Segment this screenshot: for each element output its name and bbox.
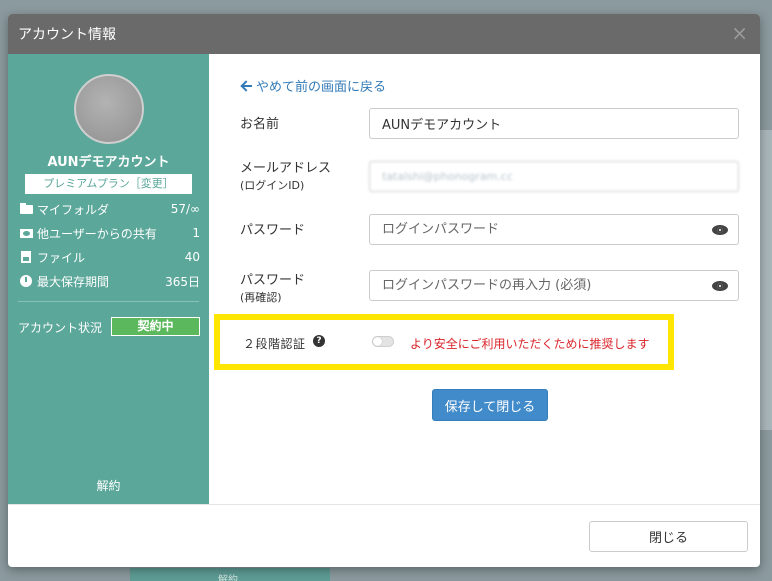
password-confirm-input[interactable] (369, 270, 739, 301)
sidebar-divider (18, 301, 199, 302)
eye-icon[interactable] (712, 224, 730, 236)
save-and-close-button[interactable]: 保存して閉じる (432, 389, 548, 421)
two-factor-label: ２段階認証 (243, 337, 306, 351)
clock-icon (20, 275, 34, 287)
file-icon (20, 251, 34, 263)
modal-footer: 閉じる (8, 504, 760, 567)
password-input[interactable] (369, 214, 739, 245)
stat-label: マイフォルダ (37, 202, 110, 217)
account-sidebar: AUNデモアカウント プレミアムプラン［変更］ マイフォルダ 57/∞ 他ユーザ… (8, 54, 209, 504)
name-input[interactable] (369, 108, 739, 139)
question-circle-icon[interactable]: ? (313, 335, 325, 347)
account-status-label: アカウント状況 (18, 321, 103, 335)
stat-value: 40 (184, 250, 200, 264)
account-form: やめて前の画面に戻る お名前 メールアドレス (ログインID) パスワード パス… (209, 54, 760, 504)
account-info-modal: アカウント情報 × AUNデモアカウント プレミアムプラン［変更］ マイフォルダ… (8, 14, 760, 567)
two-factor-note: より安全にご利用いただくために推奨します (410, 337, 650, 351)
eye-icon[interactable] (712, 280, 730, 292)
status-badge: 契約中 (111, 317, 200, 336)
email-label: メールアドレス (ログインID) (240, 161, 332, 192)
password-confirm-label: パスワード (再確認) (240, 273, 306, 304)
stat-shared: 他ユーザーからの共有 1 (20, 224, 200, 242)
stat-label: ファイル (37, 250, 86, 265)
email-input[interactable] (369, 161, 739, 192)
avatar (74, 74, 144, 144)
close-button[interactable]: 閉じる (589, 521, 748, 552)
password-label: パスワード (240, 223, 306, 238)
modal-body: AUNデモアカウント プレミアムプラン［変更］ マイフォルダ 57/∞ 他ユーザ… (8, 54, 760, 504)
stat-value: 57/∞ (170, 202, 200, 216)
shared-folder-icon (20, 227, 34, 239)
cancel-contract-link[interactable]: 解約 (8, 477, 209, 494)
stat-retention: 最大保存期間 365日 (20, 272, 200, 290)
stat-files: ファイル 40 (20, 248, 200, 266)
stat-label: 他ユーザーからの共有 (37, 226, 157, 241)
back-link-label: やめて前の画面に戻る (256, 80, 387, 95)
folder-icon (20, 203, 34, 215)
background-hint-text: 解約 (218, 575, 238, 581)
plan-change-link[interactable]: プレミアムプラン［変更］ (25, 174, 192, 194)
modal-title: アカウント情報 (18, 27, 116, 43)
name-label: お名前 (240, 117, 280, 132)
back-link[interactable]: やめて前の画面に戻る (241, 76, 386, 95)
modal-header: アカウント情報 × (8, 14, 760, 54)
stat-label: 最大保存期間 (37, 274, 110, 289)
stat-value: 365日 (165, 274, 200, 289)
arrow-left-icon (241, 80, 253, 92)
stat-value: 1 (192, 226, 200, 240)
account-name: AUNデモアカウント (47, 155, 170, 170)
two-factor-toggle[interactable] (372, 336, 394, 347)
close-icon[interactable]: × (731, 23, 748, 43)
stat-my-folder: マイフォルダ 57/∞ (20, 200, 200, 218)
